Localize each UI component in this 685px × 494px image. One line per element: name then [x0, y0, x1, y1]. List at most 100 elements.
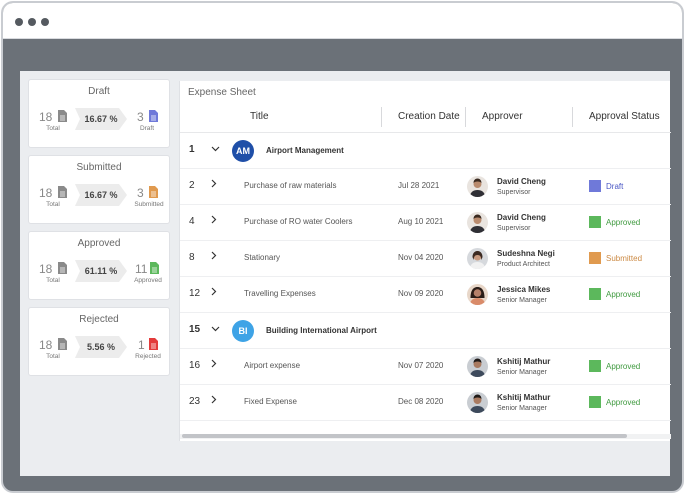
- status-label: Draft: [139, 125, 155, 132]
- chevron-right-icon[interactable]: [211, 251, 217, 260]
- approver-name: David Cheng: [497, 177, 546, 186]
- total-count: 18: [39, 110, 53, 124]
- percent-value: 16.67 %: [84, 114, 118, 124]
- approver-avatar: [467, 356, 488, 377]
- status-swatch: [589, 396, 601, 408]
- percent-value: 16.67 %: [84, 190, 118, 200]
- row-index: 12: [189, 288, 201, 299]
- column-header-creation-date[interactable]: Creation Date: [398, 111, 460, 122]
- percent-value: 61.11 %: [84, 266, 118, 276]
- row-index: 8: [189, 252, 195, 263]
- approver-avatar: [467, 176, 488, 197]
- chevron-down-icon[interactable]: [211, 146, 220, 152]
- total-label: Total: [46, 277, 60, 284]
- column-header-approval-status[interactable]: Approval Status: [589, 111, 660, 122]
- status-label: Approved: [606, 218, 641, 227]
- percent-indicator: 16.67 %: [75, 108, 127, 130]
- row-index: 16: [189, 360, 201, 371]
- chevron-right-icon[interactable]: [211, 359, 217, 368]
- chevron-right-icon[interactable]: [211, 215, 217, 224]
- app-content: Draft 18 Total 16.67 % 3 Draft Submitted…: [20, 71, 671, 476]
- percent-value: 5.56 %: [86, 342, 116, 352]
- card-title: Submitted: [76, 162, 122, 173]
- browser-window: Draft 18 Total 16.67 % 3 Draft Submitted…: [1, 1, 684, 493]
- window-titlebar: [3, 3, 682, 39]
- chevron-down-icon[interactable]: [211, 326, 220, 332]
- table-row[interactable]: 4 Purchase of RO water Coolers Aug 10 20…: [180, 205, 671, 241]
- approver-avatar: [467, 392, 488, 413]
- document-icon: [150, 262, 159, 274]
- approver-avatar: [467, 248, 488, 269]
- status-swatch: [589, 216, 601, 228]
- document-icon: [58, 262, 67, 274]
- table-row[interactable]: 23 Fixed Expense Dec 08 2020 Kshitij Mat…: [180, 385, 671, 421]
- percent-indicator: 61.11 %: [75, 260, 127, 282]
- status-label: Draft: [606, 182, 624, 191]
- approver-name: David Cheng: [497, 213, 546, 222]
- approver-role: Senior Manager: [497, 297, 547, 304]
- column-header-title[interactable]: Title: [250, 111, 269, 122]
- status-swatch: [589, 288, 601, 300]
- chevron-right-icon[interactable]: [211, 287, 217, 296]
- status-count: 3: [137, 110, 144, 124]
- group-avatar: AM: [232, 140, 254, 162]
- approver-role: Senior Manager: [497, 369, 547, 376]
- status-card-submitted[interactable]: Submitted 18 Total 16.67 % 3 Submitted: [28, 155, 170, 224]
- table-row[interactable]: 2 Purchase of raw materials Jul 28 2021 …: [180, 169, 671, 205]
- status-card-rejected[interactable]: Rejected 18 Total 5.56 % 1 Rejected: [28, 307, 170, 376]
- approver-role: Supervisor: [497, 225, 531, 232]
- horizontal-scrollbar[interactable]: [180, 434, 671, 439]
- group-row[interactable]: 1 AM Airport Management: [180, 133, 671, 169]
- total-label: Total: [46, 353, 60, 360]
- status-swatch: [589, 252, 601, 264]
- status-label: Approved: [606, 290, 641, 299]
- document-icon: [149, 110, 158, 122]
- table-row[interactable]: 8 Stationary Nov 04 2020 Sudeshna Negi P…: [180, 241, 671, 277]
- row-title: Stationary: [244, 253, 281, 262]
- column-header-approver[interactable]: Approver: [482, 111, 523, 122]
- approver-name: Kshitij Mathur: [497, 393, 551, 402]
- approver-role: Product Architect: [497, 261, 550, 268]
- total-label: Total: [46, 201, 60, 208]
- total-label: Total: [46, 125, 60, 132]
- table-row[interactable]: 16 Airport expense Nov 07 2020 Kshitij M…: [180, 349, 671, 385]
- table-row[interactable]: 12 Travelling Expenses Nov 09 2020 Jessi…: [180, 277, 671, 313]
- status-card-draft[interactable]: Draft 18 Total 16.67 % 3 Draft: [28, 79, 170, 148]
- approver-role: Senior Manager: [497, 405, 547, 412]
- percent-indicator: 5.56 %: [75, 336, 127, 358]
- status-count: 11: [135, 262, 148, 276]
- status-label: Submitted: [134, 201, 164, 208]
- grid-title: Expense Sheet: [188, 87, 256, 98]
- row-date: Aug 10 2021: [398, 217, 444, 226]
- chevron-right-icon[interactable]: [211, 179, 217, 188]
- row-index: 1: [189, 144, 195, 155]
- status-card-approved[interactable]: Approved 18 Total 61.11 % 11 Approved: [28, 231, 170, 300]
- card-title: Approved: [77, 238, 121, 249]
- scrollbar-thumb[interactable]: [182, 434, 627, 438]
- percent-indicator: 16.67 %: [75, 184, 127, 206]
- card-title: Draft: [88, 86, 110, 97]
- column-separator[interactable]: [465, 107, 466, 127]
- row-title: Fixed Expense: [244, 397, 297, 406]
- group-name: Airport Management: [266, 146, 344, 155]
- document-icon: [149, 338, 158, 350]
- window-control-dot[interactable]: [15, 18, 23, 26]
- row-date: Nov 09 2020: [398, 289, 444, 298]
- expense-grid: Expense Sheet Title Creation Date Approv…: [179, 81, 671, 441]
- status-label: Rejected: [135, 353, 161, 360]
- card-title: Rejected: [79, 314, 119, 325]
- approver-name: Sudeshna Negi: [497, 249, 555, 258]
- window-control-dot[interactable]: [41, 18, 49, 26]
- status-swatch: [589, 360, 601, 372]
- column-separator[interactable]: [381, 107, 382, 127]
- column-separator[interactable]: [572, 107, 573, 127]
- group-row[interactable]: 15 BI Building International Airport: [180, 313, 671, 349]
- approver-avatar: [467, 284, 488, 305]
- row-index: 4: [189, 216, 195, 227]
- approver-role: Supervisor: [497, 189, 531, 196]
- document-icon: [58, 186, 67, 198]
- row-date: Nov 04 2020: [398, 253, 444, 262]
- total-count: 18: [39, 262, 53, 276]
- window-control-dot[interactable]: [28, 18, 36, 26]
- chevron-right-icon[interactable]: [211, 395, 217, 404]
